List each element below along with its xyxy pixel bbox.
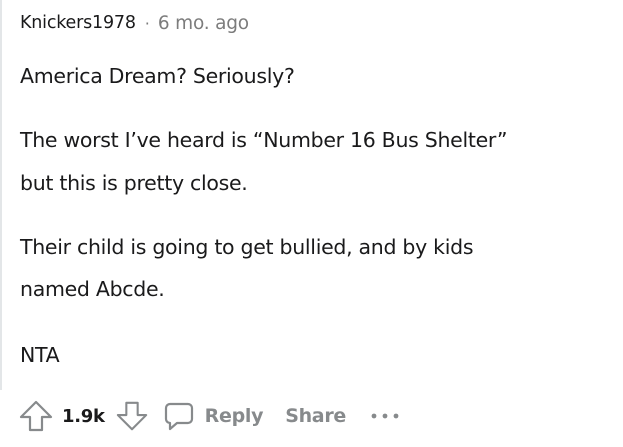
vote-count: 1.9k	[62, 405, 105, 427]
comment-paragraph-line: The worst I’ve heard is “Number 16 Bus S…	[20, 128, 508, 152]
comment-paragraph: NTA	[20, 343, 60, 367]
meta-separator: ·	[144, 13, 150, 33]
comment-meta: Knickers1978 · 6 mo. ago	[20, 10, 249, 36]
thread-line[interactable]	[0, 0, 2, 390]
reply-label: Reply	[204, 405, 264, 427]
upvote-icon[interactable]	[18, 398, 54, 434]
comment-paragraph-line: Their child is going to get bullied, and…	[20, 235, 474, 259]
comment-actions: 1.9k Reply Share	[18, 396, 400, 436]
downvote-icon[interactable]	[115, 399, 149, 433]
more-options-icon	[370, 411, 400, 421]
comment-timestamp[interactable]: 6 mo. ago	[158, 13, 249, 34]
comment-bubble-icon	[163, 400, 195, 432]
share-button[interactable]: Share	[285, 405, 346, 427]
more-options-button[interactable]	[370, 411, 400, 421]
comment-paragraph-line: named Abcde.	[20, 277, 165, 301]
reply-button[interactable]: Reply	[163, 400, 264, 432]
comment-paragraph-line: but this is pretty close.	[20, 171, 248, 195]
comment-author[interactable]: Knickers1978	[20, 13, 136, 33]
comment-paragraph: America Dream? Seriously?	[20, 64, 295, 88]
